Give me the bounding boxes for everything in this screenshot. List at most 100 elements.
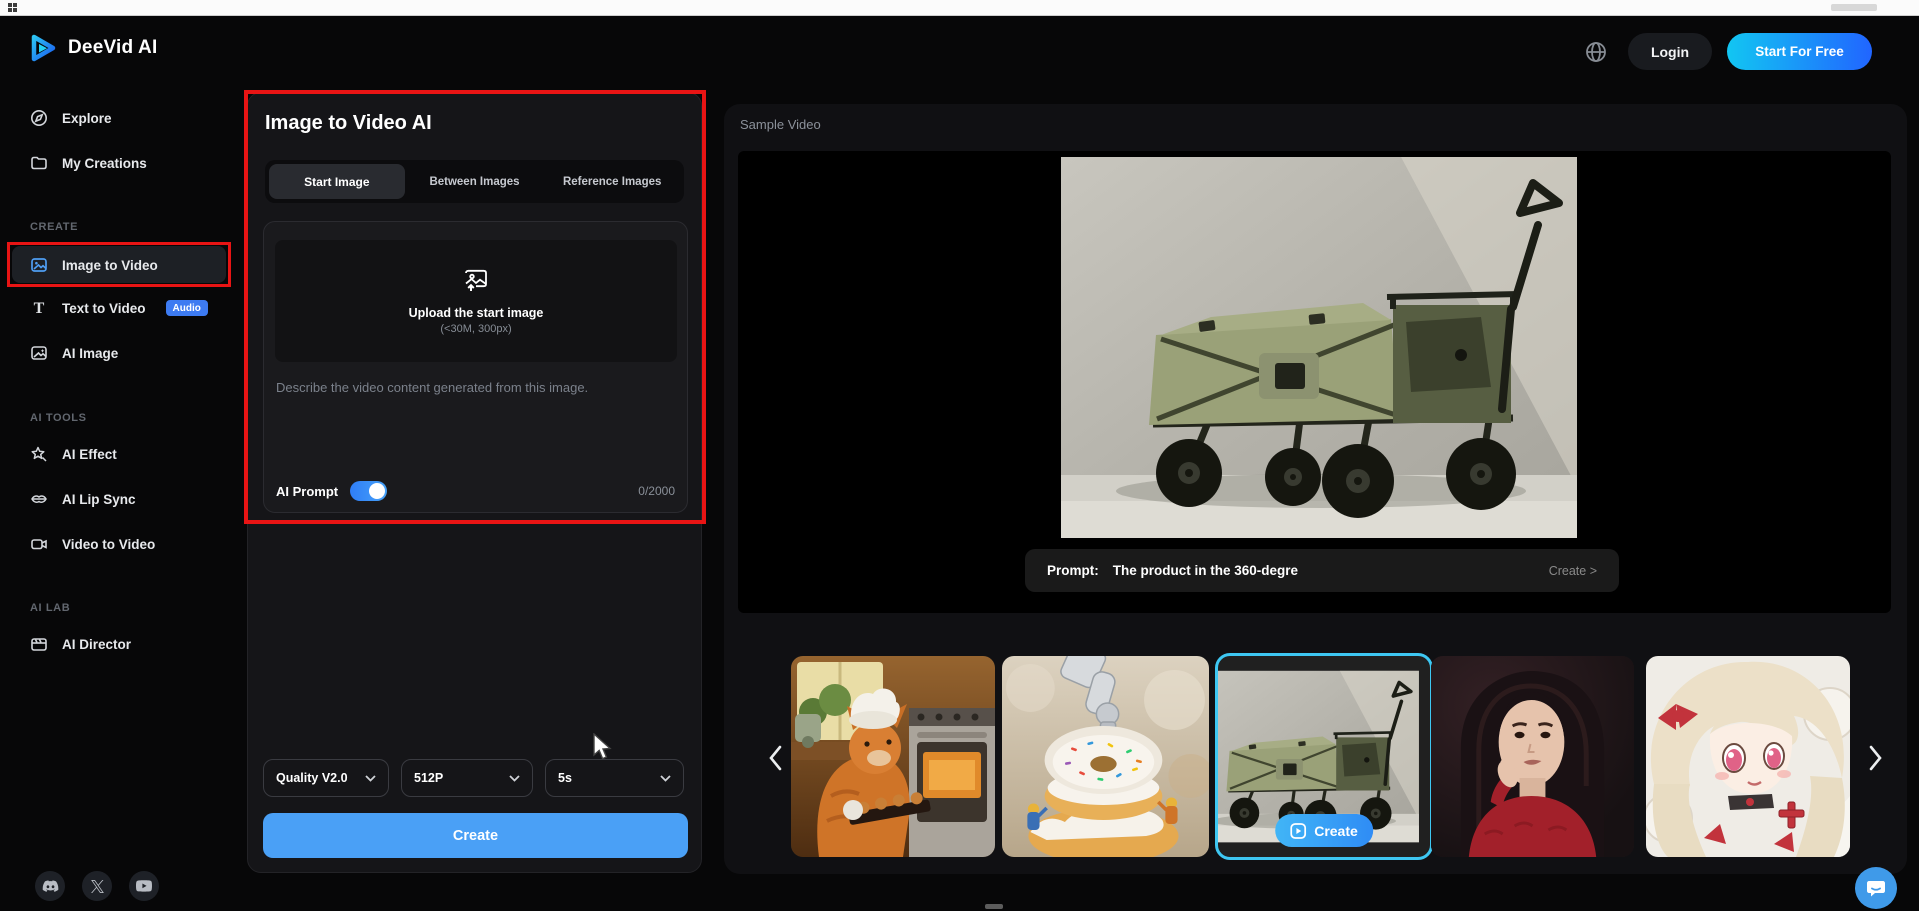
composer-title: Image to Video AI [265, 112, 432, 134]
svg-text:T: T [34, 300, 45, 317]
prompt-label: Prompt: [1047, 563, 1099, 578]
image-frame-icon [31, 258, 47, 272]
x-twitter-icon[interactable] [82, 871, 112, 901]
toggle-knob [369, 483, 386, 499]
chat-bubble-smile-icon [1867, 881, 1885, 897]
brand-logo[interactable]: DeeVid AI [28, 33, 157, 63]
carousel-prev-button[interactable] [760, 741, 790, 775]
create-button[interactable]: Create [263, 813, 688, 858]
star-wand-icon [31, 446, 47, 462]
sample-video-player[interactable]: Prompt: The product in the 360-degre Cre… [738, 151, 1891, 613]
tab-reference-images[interactable]: Reference Images [544, 164, 680, 199]
browser-strip-controls [1831, 4, 1877, 11]
sidebar-label: Explore [62, 110, 112, 126]
play-rounded-square-icon [1290, 822, 1307, 839]
wagon-product-video-frame [1061, 157, 1577, 538]
duration-select[interactable]: 5s [545, 759, 684, 797]
donut-art [1002, 656, 1209, 857]
image-sparkle-icon [31, 346, 47, 360]
thumbnail-woman-red-sweater[interactable] [1431, 656, 1634, 857]
brand-name: DeeVid AI [68, 37, 158, 58]
discord-icon[interactable] [35, 871, 65, 901]
tab-start-image[interactable]: Start Image [269, 164, 405, 199]
chevron-down-icon [660, 774, 671, 782]
chevron-right-icon [1869, 745, 1882, 771]
chevron-down-icon [509, 774, 520, 782]
sidebar-item-video-to-video[interactable]: Video to Video [30, 529, 155, 559]
image-upload-icon [465, 269, 487, 291]
browser-grid-icon [8, 3, 17, 12]
sidebar-item-image-to-video[interactable]: Image to Video [30, 250, 158, 280]
sidebar-label: AI Director [62, 636, 132, 652]
quality-select[interactable]: Quality V2.0 [263, 759, 389, 797]
sidebar-label: Video to Video [62, 536, 156, 552]
sidebar-item-ai-effect[interactable]: AI Effect [30, 439, 117, 469]
sidebar-label: Text to Video [62, 300, 146, 316]
generation-settings-row: Quality V2.0 512P 5s [263, 759, 684, 797]
youtube-icon[interactable] [129, 871, 159, 901]
login-button[interactable]: Login [1628, 33, 1712, 70]
char-counter: 0/2000 [638, 484, 675, 498]
thumbnail-anime-girl[interactable] [1646, 656, 1850, 857]
folder-icon [31, 156, 47, 170]
sidebar-item-ai-director[interactable]: AI Director [30, 629, 131, 659]
audio-badge: Audio [165, 300, 208, 316]
upload-and-prompt-card: Upload the start image (<30M, 300px) AI … [263, 221, 688, 513]
upload-size-hint: (<30M, 300px) [440, 323, 512, 335]
sidebar-label: AI Image [62, 345, 119, 361]
sample-prompt-bar: Prompt: The product in the 360-degre Cre… [1025, 549, 1619, 592]
prompt-text: The product in the 360-degre [1112, 563, 1299, 578]
letter-t-icon: T [34, 300, 45, 317]
resolution-value: 512P [414, 771, 444, 785]
sidebar-label: Image to Video [62, 257, 158, 273]
video-camera-icon [31, 539, 47, 550]
thumbnail-cat-chef-baking[interactable] [791, 656, 995, 857]
sidebar-item-ai-image[interactable]: AI Image [30, 338, 118, 368]
clapperboard-icon [31, 638, 47, 651]
section-label-ai-lab: AI LAB [30, 602, 71, 614]
thumbnail-create-button[interactable]: Create [1275, 814, 1373, 847]
lips-icon [31, 495, 47, 503]
sidebar-item-ai-lip-sync[interactable]: AI Lip Sync [30, 484, 136, 514]
deevid-app: DeeVid AI Login Start For Free Explore M… [0, 0, 1919, 911]
thumbnail-robot-arm-donuts[interactable] [1002, 656, 1209, 857]
sample-create-link[interactable]: Create > [1549, 564, 1597, 578]
ai-prompt-row: AI Prompt 0/2000 [276, 481, 675, 501]
video-prompt-input[interactable] [276, 380, 676, 466]
upload-title: Upload the start image [408, 306, 544, 320]
section-label-create: CREATE [30, 221, 79, 233]
cat-chef-art [791, 656, 995, 857]
quality-value: Quality V2.0 [276, 771, 348, 785]
upload-start-image-dropzone[interactable]: Upload the start image (<30M, 300px) [275, 240, 677, 362]
composer-tabbar: Start Image Between Images Reference Ima… [265, 160, 684, 203]
resolution-select[interactable]: 512P [401, 759, 533, 797]
start-for-free-button[interactable]: Start For Free [1727, 33, 1872, 70]
play-triangle-logo-icon [31, 34, 56, 62]
ai-prompt-label: AI Prompt [276, 483, 339, 499]
sidebar-item-text-to-video[interactable]: T Text to Video Audio [30, 293, 208, 323]
sidebar-item-my-creations[interactable]: My Creations [30, 148, 147, 178]
thumbnail-create-label: Create [1314, 822, 1358, 839]
image-to-video-composer-panel: Image to Video AI Start Image Between Im… [247, 92, 702, 873]
browser-strip [0, 0, 1919, 16]
sidebar-item-explore[interactable]: Explore [30, 103, 112, 133]
compass-icon [31, 110, 47, 126]
ai-prompt-toggle[interactable] [350, 481, 388, 501]
sample-video-panel: Sample Video Prompt: The product in the … [724, 104, 1907, 874]
chevron-down-icon [365, 774, 376, 782]
chevron-left-icon [768, 745, 781, 771]
carousel-next-button[interactable] [1860, 741, 1890, 775]
sidebar-label: My Creations [62, 155, 147, 171]
duration-value: 5s [558, 771, 572, 785]
globe-icon[interactable] [1584, 40, 1608, 64]
bottom-page-dash [985, 904, 1003, 909]
anime-girl-art [1646, 656, 1850, 857]
sidebar-label: AI Lip Sync [62, 491, 136, 507]
thumbnail-folding-wagon-selected[interactable]: Create [1215, 653, 1433, 860]
section-label-ai-tools: AI TOOLS [30, 412, 87, 424]
tab-between-images[interactable]: Between Images [407, 164, 543, 199]
sample-video-label: Sample Video [740, 117, 821, 132]
chat-launcher-icon[interactable] [1855, 867, 1897, 909]
woman-art [1431, 656, 1634, 857]
sidebar-label: AI Effect [62, 446, 117, 462]
